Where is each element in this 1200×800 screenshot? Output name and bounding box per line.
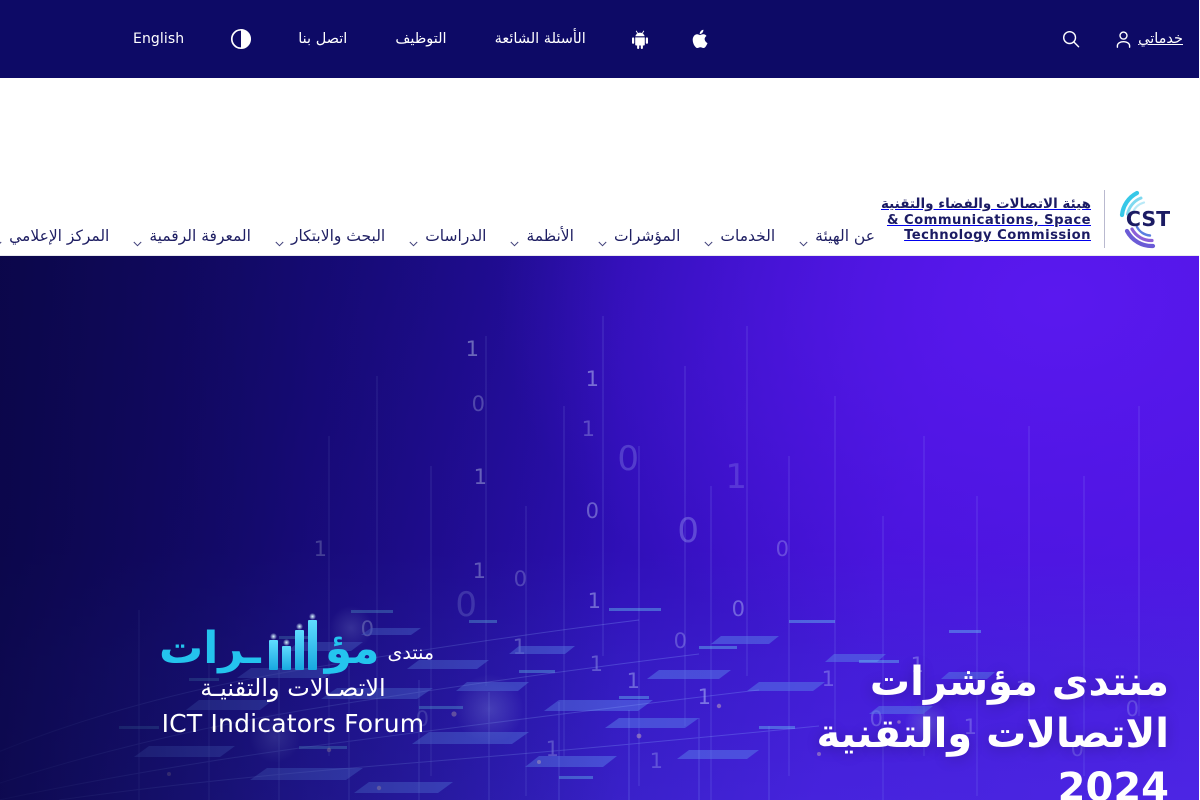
svg-text:1: 1 [315, 537, 328, 561]
topbar-right-group: خدماتي [1053, 0, 1184, 78]
nav-links: عن الهيئة الخدمات المؤشرات الأنظمة الدرا… [0, 218, 1184, 254]
svg-text:1: 1 [628, 669, 641, 693]
person-icon [1117, 30, 1132, 48]
svg-text:1: 1 [591, 652, 604, 676]
svg-text:1: 1 [651, 749, 664, 773]
svg-text:0: 0 [473, 392, 486, 416]
nav-item-services-label: الخدمات [721, 227, 777, 245]
apple-icon [693, 29, 710, 49]
forum-logo: منتدى مؤ ـرات الاتصـالات والتقنيـة ICT I… [160, 608, 435, 738]
forum-logo-word-muntada: منتدى [388, 642, 436, 664]
chevron-down-icon [410, 233, 419, 247]
nav-item-research-innovation-label: البحث والابتكار [291, 227, 387, 245]
apple-app-button[interactable] [671, 29, 732, 49]
search-icon [1063, 30, 1081, 48]
chevron-down-icon [705, 233, 714, 247]
nav-item-media-center-label: المركز الإعلامي [10, 227, 111, 245]
forum-logo-line1: منتدى مؤ ـرات [160, 608, 435, 675]
nav-item-services[interactable]: الخدمات [693, 227, 788, 247]
topbar-link-faq[interactable]: الأسئلة الشائعة [472, 32, 611, 47]
brand-name-ar: هيئة الاتصالات والفضاء والتقنية [881, 195, 1092, 212]
svg-text:1: 1 [474, 559, 487, 583]
chevron-down-icon [134, 233, 143, 247]
svg-text:1: 1 [726, 457, 748, 497]
chevron-down-icon [599, 233, 608, 247]
svg-text:0: 0 [675, 629, 688, 653]
hero-title-line2: الاتصالات والتقنية [817, 711, 1171, 757]
svg-text:1: 1 [475, 465, 488, 489]
svg-text:1: 1 [587, 367, 600, 391]
my-services-label: خدماتي [1139, 31, 1184, 47]
svg-text:0: 0 [678, 511, 700, 551]
svg-text:1: 1 [589, 589, 602, 613]
svg-text:0: 0 [733, 597, 746, 621]
forum-logo-word-moa: مؤ [325, 623, 381, 675]
android-app-button[interactable] [611, 30, 671, 49]
android-icon [632, 30, 649, 49]
svg-text:0: 0 [618, 439, 640, 479]
chevron-down-icon [511, 233, 521, 247]
svg-text:1: 1 [514, 635, 527, 659]
page-root: English اتصل بنا التوظيف الأسئلة الشائعة [0, 0, 1200, 800]
svg-text:1: 1 [547, 737, 560, 761]
nav-item-digital-knowledge-label: المعرفة الرقمية [150, 227, 252, 245]
svg-text:0: 0 [456, 585, 478, 625]
nav-item-studies[interactable]: الدراسات [398, 227, 499, 247]
topbar-left-group: English اتصل بنا التوظيف الأسئلة الشائعة [110, 0, 732, 78]
forum-logo-chart-bars [269, 612, 318, 670]
svg-text:1: 1 [467, 337, 480, 361]
hero-title-line1: منتدى مؤشرات [870, 659, 1170, 705]
hero-copy-block: منتدى مؤشرات الاتصالات والتقنية 2024 عرض… [750, 656, 1171, 800]
nav-item-regulations[interactable]: الأنظمة [499, 227, 586, 247]
chevron-down-icon [276, 233, 285, 247]
svg-text:0: 0 [515, 567, 528, 591]
nav-item-indicators-label: المؤشرات [614, 227, 682, 245]
hero-banner: 1 1 0 1 1 0 1 1 0 1 0 1 1 1 0 1 0 0 1 0 [0, 256, 1200, 800]
chevron-down-icon [800, 233, 809, 247]
my-services-link[interactable]: خدماتي [1117, 30, 1184, 48]
language-switch-link[interactable]: English [110, 32, 209, 46]
forum-logo-line3: ICT Indicators Forum [162, 709, 426, 738]
contrast-toggle-button[interactable] [209, 28, 275, 50]
contrast-toggle-icon [231, 28, 253, 50]
nav-item-indicators[interactable]: المؤشرات [587, 227, 693, 247]
nav-item-research-innovation[interactable]: البحث والابتكار [264, 227, 398, 247]
hero-title-year: 2024 [1058, 765, 1170, 800]
svg-text:1: 1 [699, 685, 712, 709]
glow-blob [455, 674, 525, 744]
main-navigation-bar: CST هيئة الاتصالات والفضاء والتقنية Comm… [0, 78, 1200, 256]
nav-item-about-label: عن الهيئة [816, 227, 876, 245]
forum-logo-word-rat: ـرات [160, 623, 262, 675]
nav-item-media-center[interactable]: المركز الإعلامي [0, 227, 122, 246]
nav-item-regulations-label: الأنظمة [527, 227, 575, 245]
chevron-down-icon [0, 233, 3, 246]
search-button[interactable] [1053, 30, 1099, 48]
svg-text:0: 0 [777, 537, 790, 561]
nav-item-studies-label: الدراسات [426, 227, 488, 245]
svg-text:0: 0 [587, 499, 600, 523]
nav-item-about[interactable]: عن الهيئة [788, 227, 888, 247]
topbar-link-contact-us[interactable]: اتصل بنا [275, 32, 372, 47]
nav-item-digital-knowledge[interactable]: المعرفة الرقمية [122, 227, 264, 247]
top-utility-bar: English اتصل بنا التوظيف الأسئلة الشائعة [0, 0, 1200, 78]
svg-text:1: 1 [583, 417, 596, 441]
forum-logo-line2: الاتصـالات والتقنيـة [201, 674, 387, 702]
topbar-link-careers[interactable]: التوظيف [372, 32, 471, 47]
